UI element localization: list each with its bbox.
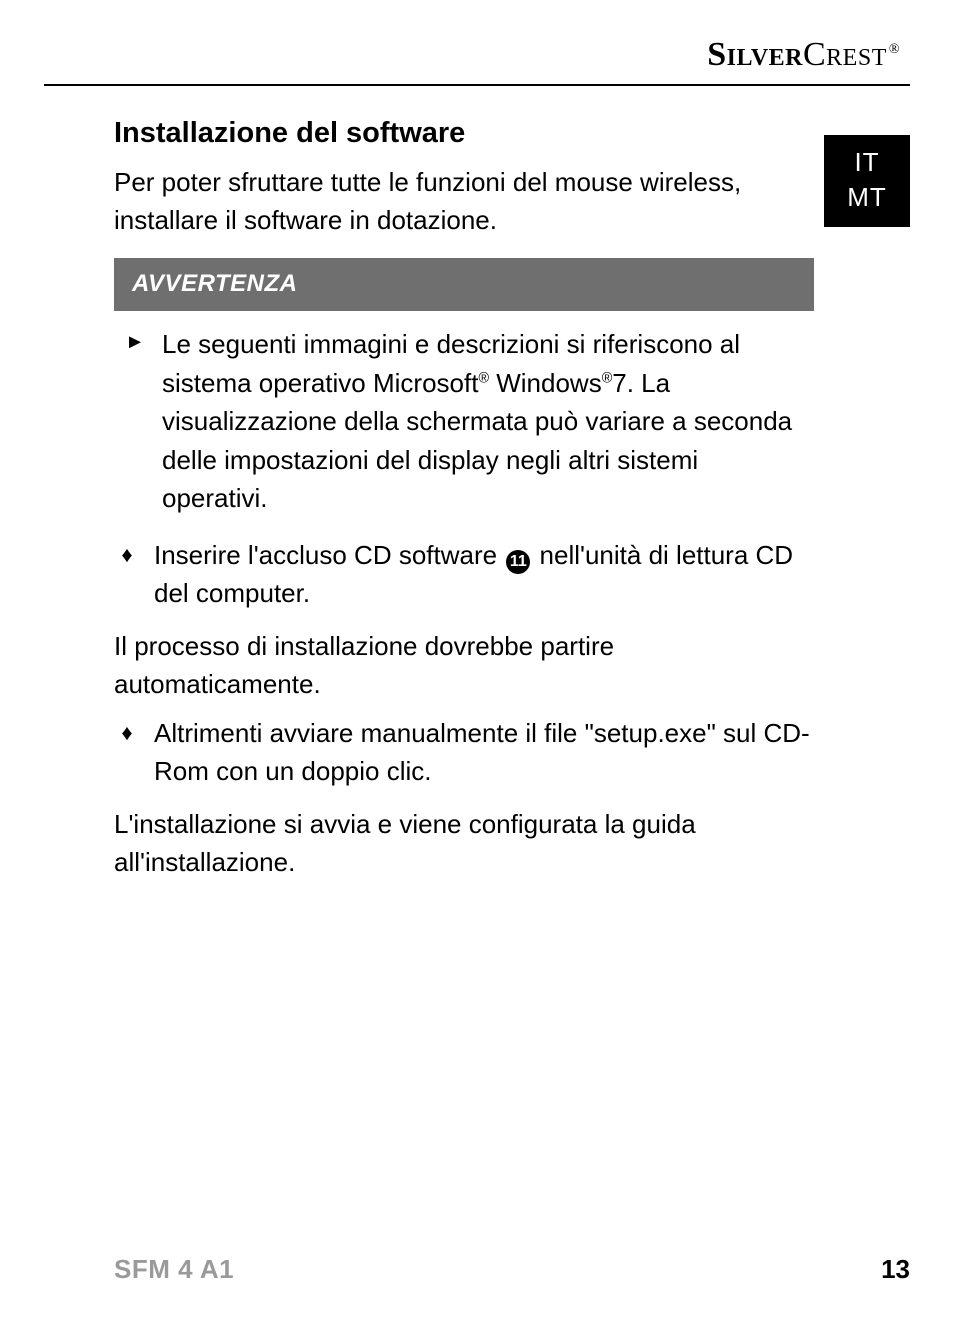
- lang-line-2: MT: [824, 180, 910, 215]
- paragraph-3: L'installazione si avvia e viene configu…: [114, 805, 814, 882]
- page-number: 13: [881, 1254, 910, 1285]
- section-title: Installazione del software: [114, 112, 814, 155]
- warning-header: AVVERTENZA: [114, 258, 814, 312]
- language-tab: IT MT: [824, 135, 910, 227]
- brand-registered: ®: [889, 42, 900, 57]
- manual-page: SilverCrest® IT MT Installazione del sof…: [0, 0, 954, 1325]
- diamond-icon: ♦: [114, 714, 140, 751]
- warning-text: Le seguenti immagini e descrizioni si ri…: [162, 325, 806, 517]
- page-content: Installazione del software Per poter sfr…: [114, 112, 814, 881]
- step-item-1: ♦ Inserire l'accluso CD software 11 nell…: [114, 536, 814, 613]
- brand-part2: Crest: [803, 36, 887, 73]
- brand-logo: SilverCrest®: [707, 36, 900, 73]
- arrow-icon: ►: [122, 325, 148, 359]
- intro-paragraph: Per poter sfruttare tutte le funzioni de…: [114, 163, 814, 240]
- reg-mark: ®: [602, 370, 613, 386]
- step-1-text: Inserire l'accluso CD software 11 nell'u…: [154, 536, 814, 613]
- diamond-icon: ♦: [114, 536, 140, 573]
- step-2-text: Altrimenti avviare manualmente il file "…: [154, 714, 814, 791]
- warning-body: ► Le seguenti immagini e descrizioni si …: [114, 311, 814, 517]
- model-number: SFM 4 A1: [114, 1254, 234, 1285]
- warning-item: ► Le seguenti immagini e descrizioni si …: [122, 325, 806, 517]
- lang-line-1: IT: [824, 145, 910, 180]
- page-header: SilverCrest®: [44, 30, 910, 82]
- header-rule: [44, 84, 910, 86]
- reference-number-icon: 11: [506, 550, 530, 574]
- brand-part1: Silver: [707, 36, 803, 73]
- reg-mark: ®: [478, 370, 489, 386]
- page-footer: SFM 4 A1 13: [44, 1254, 910, 1285]
- step-item-2: ♦ Altrimenti avviare manualmente il file…: [114, 714, 814, 791]
- paragraph-2: Il processo di installazione dovrebbe pa…: [114, 627, 814, 704]
